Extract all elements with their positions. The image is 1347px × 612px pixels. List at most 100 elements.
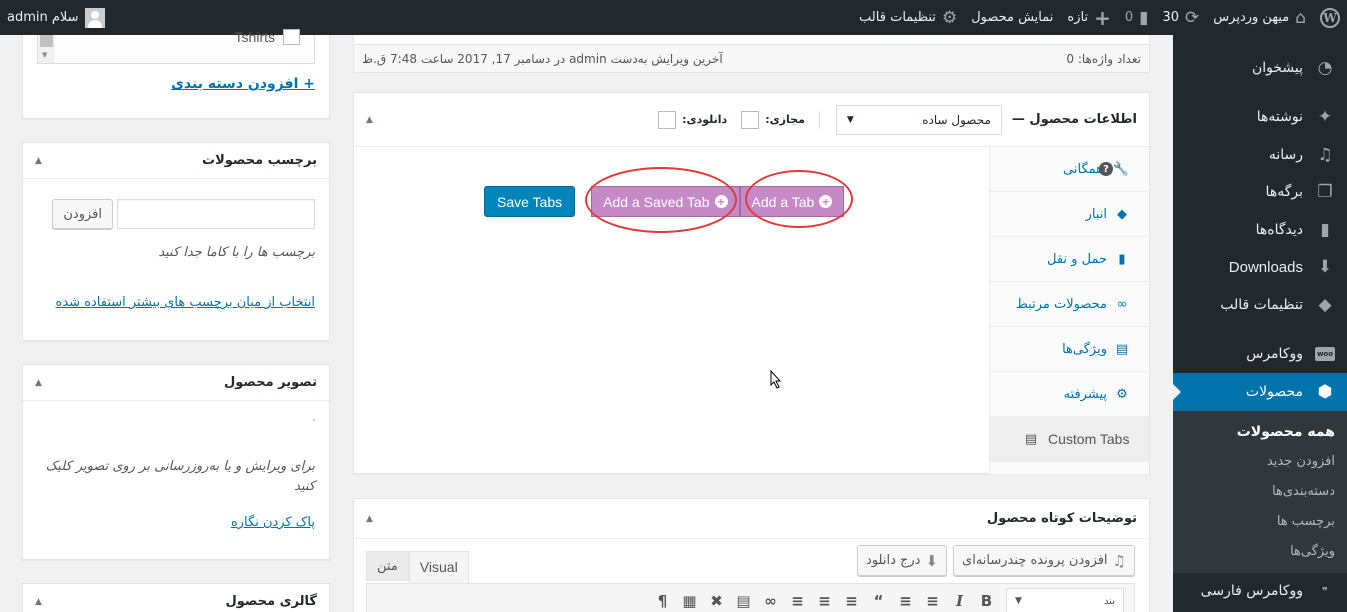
comments-link[interactable]: ▮ 0 [1118, 0, 1156, 35]
add-tag-button[interactable]: افزودن [52, 199, 113, 229]
add-saved-tab-button[interactable]: Add a Saved Tab + [591, 186, 740, 217]
wp-logo-menu[interactable]: W [1313, 0, 1347, 35]
italic-icon[interactable]: I [946, 588, 973, 612]
tab-visual[interactable]: Visual [408, 551, 469, 583]
menu-item-pages[interactable]: ❐ برگه‌ها [1173, 174, 1347, 212]
category-scrollbar[interactable]: ▼ [38, 35, 55, 63]
site-name-link[interactable]: ⌂ میهن وردپرس [1206, 0, 1313, 35]
product-image-hint: برای ویرایش و یا به‌روزرسانی بر روی تصوی… [45, 459, 315, 494]
save-tabs-button[interactable]: Save Tabs [484, 186, 576, 217]
tab-attributes[interactable]: ▤ ویژگی‌ها [990, 327, 1149, 372]
tab-text[interactable]: متن [366, 551, 409, 581]
align-center-icon[interactable]: ≡ [811, 588, 838, 612]
updates-link[interactable]: ⟳ 30 [1155, 0, 1206, 35]
toggle-arrow-icon[interactable]: ▲ [35, 156, 42, 166]
tab-advanced[interactable]: ⚙ پیشرفته [990, 372, 1149, 417]
category-checkbox[interactable] [283, 29, 300, 45]
paragraph-direction-icon[interactable]: ¶ [649, 588, 676, 612]
toggle-arrow-icon[interactable]: ▲ [366, 115, 373, 125]
help-icon[interactable]: ? [1099, 162, 1113, 176]
tab-label: ویژگی‌ها [1062, 341, 1107, 357]
fullscreen-icon[interactable]: ✖ [703, 588, 730, 612]
menu-label: ووکامرس فارسی [1200, 583, 1303, 600]
virtual-checkbox[interactable] [741, 110, 760, 129]
tag-input[interactable] [117, 199, 315, 229]
toggle-arrow-icon[interactable]: ▲ [35, 378, 42, 388]
insert-download-label: درج دانلود [866, 553, 921, 568]
menu-item-comments[interactable]: ▮ دیدگاه‌ها [1173, 211, 1347, 249]
media-icon: ♫ [1317, 144, 1333, 165]
tab-custom-tabs[interactable]: ▤ Custom Tabs [990, 417, 1149, 462]
menu-item-woocommerce[interactable]: woo ووکامرس [1173, 336, 1347, 374]
submenu-tags[interactable]: برچسب ها [1173, 507, 1347, 537]
menu-item-posts[interactable]: ✦ نوشته‌ها [1173, 99, 1347, 137]
menu-item-dashboard[interactable]: ◔ پیشخوان [1173, 49, 1347, 87]
format-select[interactable]: بند ▼ [1006, 588, 1124, 612]
submenu-add-new[interactable]: افزودن جدید [1173, 447, 1347, 477]
view-product-link[interactable]: نمایش محصول [964, 0, 1060, 35]
menu-item-products[interactable]: ⬢ محصولات [1173, 373, 1347, 411]
my-account-link[interactable]: سلام admin [0, 0, 112, 35]
menu-item-downloads[interactable]: ⬇ Downloads [1173, 249, 1347, 287]
theme-settings-link[interactable]: ⚙ تنظیمات قالب [852, 0, 964, 35]
toggle-arrow-icon[interactable]: ▲ [35, 597, 42, 607]
insert-download-button[interactable]: ⬇ درج دانلود [857, 545, 948, 576]
new-content-link[interactable]: + تازه [1060, 0, 1117, 35]
read-more-icon[interactable]: ▤ [730, 588, 757, 612]
submenu-categories[interactable]: دسته‌بندی‌ها [1173, 477, 1347, 507]
bold-icon[interactable]: B [973, 588, 1000, 612]
align-right-icon[interactable]: ≡ [838, 588, 865, 612]
tab-linked-products[interactable]: ∞ محصولات مرتبط [990, 282, 1149, 327]
add-media-button[interactable]: ♫ افزودن پرونده چندرسانه‌ای [953, 545, 1135, 576]
bullet-list-icon[interactable]: ≡ [919, 588, 946, 612]
refresh-icon: ⟳ [1185, 7, 1200, 28]
home-icon: ⌂ [1295, 7, 1306, 28]
chevron-down-icon: ▼ [1015, 596, 1022, 606]
virtual-option[interactable]: مجازی: [741, 110, 805, 129]
numbered-list-icon[interactable]: ≡ [892, 588, 919, 612]
tab-label: همگانی [1063, 161, 1103, 177]
menu-label: برگه‌ها [1265, 184, 1303, 201]
tab-general[interactable]: 🔧 ? همگانی [990, 147, 1149, 192]
submenu-all-products[interactable]: همه محصولات [1173, 417, 1347, 447]
scroll-down-icon[interactable]: ▼ [42, 51, 47, 59]
tab-label: انبار [1085, 206, 1107, 222]
kitchen-sink-icon[interactable]: ▦ [676, 588, 703, 612]
downloadable-option[interactable]: دانلودی: [658, 110, 727, 129]
downloadable-checkbox[interactable] [658, 110, 677, 129]
menu-item-theme-settings[interactable]: ◆ تنظیمات قالب [1173, 286, 1347, 324]
menu-label: محصولات [1245, 383, 1303, 400]
pin-icon: ✦ [1317, 107, 1333, 128]
remove-image-link[interactable]: پاک کردن نگاره [231, 515, 315, 530]
woo-icon: woo [1313, 347, 1337, 362]
product-gallery-header: گالری محصول ▲ [23, 584, 329, 612]
wordpress-logo-icon: W [1320, 7, 1340, 28]
link-icon: ∞ [1116, 296, 1128, 312]
wrench-icon: 🔧 [1112, 161, 1129, 177]
link-icon[interactable]: ∞ [757, 588, 784, 612]
tab-shipping[interactable]: ▮ حمل و نقل [990, 237, 1149, 282]
add-category-link[interactable]: + افزودن دسته بندی [171, 76, 315, 92]
tag-hint: برچسب ها را با کاما جدا کنید [158, 245, 315, 260]
category-checklist: ▼ Tshirts [37, 29, 315, 64]
tab-inventory[interactable]: ◆ انبار [990, 192, 1149, 237]
product-gallery-title: گالری محصول [225, 594, 317, 609]
blockquote-icon[interactable]: “ [865, 588, 892, 612]
submenu-attributes[interactable]: ویژگی‌ها [1173, 537, 1347, 567]
pages-icon: ❐ [1317, 182, 1333, 203]
category-item[interactable]: Tshirts [235, 29, 300, 45]
product-image-thumbnail[interactable] [313, 419, 315, 421]
menu-item-media[interactable]: ♫ رسانه [1173, 136, 1347, 174]
products-submenu: همه محصولات افزودن جدید دسته‌بندی‌ها برچ… [1173, 410, 1347, 573]
menu-item-woocommerce-farsi[interactable]: ❞ ووکامرس فارسی [1173, 573, 1347, 611]
truck-icon: ▮ [1118, 251, 1126, 267]
align-left-icon[interactable]: ≡ [784, 588, 811, 612]
scrollbar-thumb[interactable] [40, 35, 53, 47]
chat-icon: ❞ [1322, 584, 1328, 598]
toggle-arrow-icon[interactable]: ▲ [366, 514, 373, 524]
product-type-select[interactable]: محصول ساده ▼ [835, 104, 1002, 135]
product-type-value: محصول ساده [922, 112, 991, 127]
popular-tags-link[interactable]: انتخاب از میان برچسب های بیشتر استفاده ش… [37, 294, 315, 311]
add-tab-button[interactable]: Add a Tab + [739, 186, 845, 217]
product-categories-box: ▼ Tshirts + افزودن دسته بندی [22, 29, 330, 119]
